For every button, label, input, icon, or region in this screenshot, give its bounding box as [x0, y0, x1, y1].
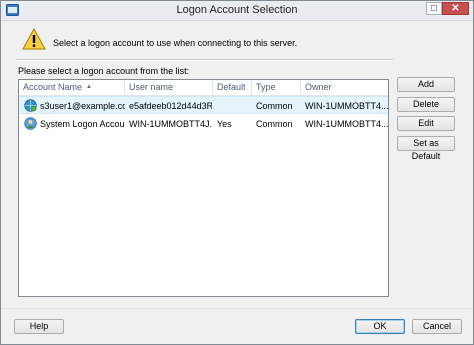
- column-header-user-name[interactable]: User name: [125, 80, 213, 95]
- account-list[interactable]: Account Name ▲ User name Default Type Own…: [18, 79, 389, 297]
- column-header-default[interactable]: Default: [213, 80, 252, 95]
- cell-default: Yes: [217, 119, 232, 129]
- maximize-button[interactable]: □: [426, 2, 442, 15]
- cell-type: Common: [256, 101, 293, 111]
- edit-button[interactable]: Edit: [397, 116, 455, 131]
- globe-user-icon: [24, 99, 37, 112]
- dialog-window: Logon Account Selection □ ✕ Select a log…: [0, 0, 474, 345]
- close-button[interactable]: ✕: [442, 2, 469, 15]
- ok-button[interactable]: OK: [355, 319, 405, 334]
- title-bar[interactable]: Logon Account Selection □ ✕: [1, 1, 473, 21]
- sort-ascending-icon: ▲: [86, 84, 92, 91]
- list-row-system-logon[interactable]: System Logon Account WIN-1UMMOBTT4J... Y…: [19, 115, 388, 133]
- intro-text: Select a logon account to use when conne…: [53, 38, 298, 48]
- add-button[interactable]: Add: [397, 77, 455, 92]
- bottom-separator: [1, 308, 473, 309]
- cell-user-name: e5afdeeb012d44d3R...: [129, 101, 212, 111]
- cell-owner: WIN-1UMMOBTT4...: [305, 101, 388, 111]
- cancel-button[interactable]: Cancel: [412, 319, 462, 334]
- window-title: Logon Account Selection: [176, 4, 298, 16]
- cell-account-name: s3user1@example.com: [40, 101, 125, 111]
- set-as-default-button[interactable]: Set as Default: [397, 136, 455, 161]
- cell-user-name: WIN-1UMMOBTT4J...: [129, 119, 212, 129]
- list-header: Account Name ▲ User name Default Type Own…: [19, 80, 388, 96]
- column-header-account-name[interactable]: Account Name ▲: [19, 80, 125, 95]
- cell-default: [214, 97, 252, 115]
- cell-type: Common: [256, 119, 293, 129]
- column-header-owner[interactable]: Owner: [301, 80, 388, 95]
- separator: [16, 59, 393, 61]
- list-label: Please select a logon account from the l…: [18, 66, 190, 76]
- help-button[interactable]: Help: [14, 319, 64, 334]
- delete-button[interactable]: Delete: [397, 97, 455, 112]
- warning-icon: [22, 28, 46, 50]
- list-row-s3user1[interactable]: s3user1@example.com e5afdeeb012d44d3R...…: [19, 96, 388, 114]
- cell-account-name: System Logon Account: [40, 119, 125, 129]
- column-header-type[interactable]: Type: [252, 80, 301, 95]
- system-user-icon: [24, 117, 37, 130]
- cell-owner: WIN-1UMMOBTT4...: [305, 119, 388, 129]
